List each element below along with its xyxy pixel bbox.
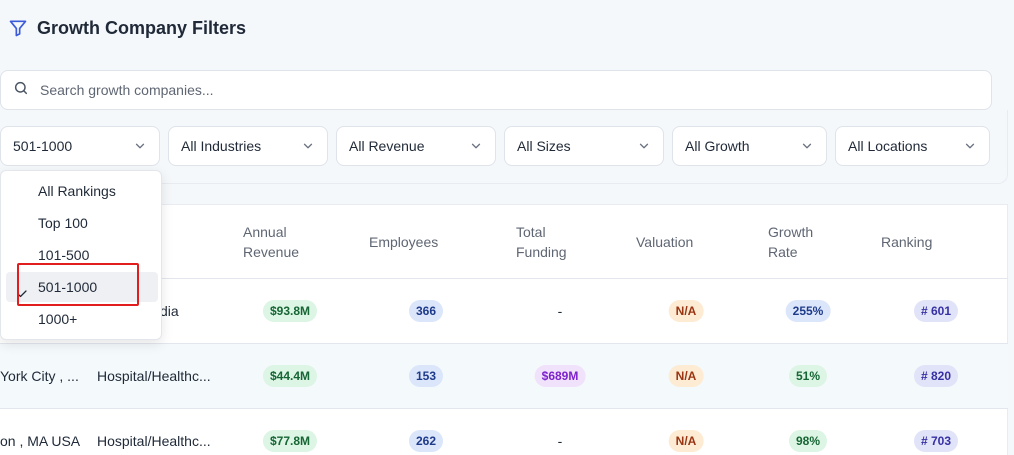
revenue-filter-value: All Revenue xyxy=(349,138,425,154)
table-row[interactable]: on , MA USA Hospital/Healthc... $77.8M 2… xyxy=(0,409,1008,455)
revenue-badge: $77.8M xyxy=(262,430,318,452)
growth-badge: 51% xyxy=(788,365,828,387)
growth-filter-select[interactable]: All Growth xyxy=(672,126,827,166)
chevron-down-icon xyxy=(637,139,651,153)
chevron-down-icon xyxy=(301,139,315,153)
funding-cell: - xyxy=(557,303,563,319)
column-header-ranking[interactable]: Ranking xyxy=(881,232,932,252)
search-icon xyxy=(13,80,29,101)
funding-cell: - xyxy=(557,433,563,449)
industry-cell: Hospital/Healthc... xyxy=(97,368,211,384)
location-filter-value: All Locations xyxy=(848,138,928,154)
industry-cell: Hospital/Healthc... xyxy=(97,433,211,449)
industry-filter-select[interactable]: All Industries xyxy=(168,126,328,166)
valuation-badge: N/A xyxy=(668,365,704,387)
page-header: Growth Company Filters xyxy=(8,16,246,40)
ranking-badge: # 820 xyxy=(913,365,959,387)
employees-badge: 153 xyxy=(408,365,444,387)
dropdown-option-101-500[interactable]: 101-500 xyxy=(6,240,158,270)
dropdown-option-top-100[interactable]: Top 100 xyxy=(6,208,158,238)
filter-icon xyxy=(8,18,28,38)
dropdown-option-501-1000[interactable]: 501-1000 xyxy=(6,272,158,302)
employees-badge: 262 xyxy=(408,430,444,452)
employees-badge: 366 xyxy=(408,300,444,322)
column-header-employees[interactable]: Employees xyxy=(369,232,438,252)
search-bar[interactable] xyxy=(0,70,992,110)
page-title: Growth Company Filters xyxy=(37,17,247,38)
chevron-down-icon xyxy=(963,139,977,153)
location-filter-select[interactable]: All Locations xyxy=(835,126,990,166)
valuation-badge: N/A xyxy=(668,300,704,322)
valuation-badge: N/A xyxy=(668,430,704,452)
dropdown-option-1000-plus[interactable]: 1000+ xyxy=(6,304,158,334)
search-input[interactable] xyxy=(40,82,940,98)
column-header-revenue[interactable]: Annual Revenue xyxy=(243,222,299,262)
revenue-filter-select[interactable]: All Revenue xyxy=(336,126,496,166)
size-filter-select[interactable]: All Sizes xyxy=(504,126,664,166)
ranking-filter-select[interactable]: 501-1000 xyxy=(0,126,160,166)
industry-filter-value: All Industries xyxy=(181,138,262,154)
dropdown-option-all-rankings[interactable]: All Rankings xyxy=(6,176,158,206)
funding-badge: $689M xyxy=(534,365,586,387)
chevron-down-icon xyxy=(133,139,147,153)
growth-filter-value: All Growth xyxy=(685,138,750,154)
column-header-valuation[interactable]: Valuation xyxy=(636,232,693,252)
ranking-badge: # 601 xyxy=(913,300,959,322)
revenue-badge: $93.8M xyxy=(262,300,318,322)
column-header-funding[interactable]: Total Funding xyxy=(516,222,567,262)
ranking-dropdown-menu: All Rankings Top 100 101-500 501-1000 10… xyxy=(0,170,162,340)
chevron-down-icon xyxy=(469,139,483,153)
column-header-growth[interactable]: Growth Rate xyxy=(768,222,813,262)
industry-cell: dia xyxy=(160,303,179,319)
location-cell: York City , ... xyxy=(0,368,79,384)
ranking-badge: # 703 xyxy=(913,430,959,452)
location-cell: on , MA USA xyxy=(0,433,81,449)
growth-badge: 98% xyxy=(788,430,828,452)
growth-badge: 255% xyxy=(785,300,831,322)
revenue-badge: $44.4M xyxy=(262,365,318,387)
table-row[interactable]: York City , ... Hospital/Healthc... $44.… xyxy=(0,344,1008,408)
ranking-filter-value: 501-1000 xyxy=(13,138,73,154)
chevron-down-icon xyxy=(800,139,814,153)
size-filter-value: All Sizes xyxy=(517,138,571,154)
